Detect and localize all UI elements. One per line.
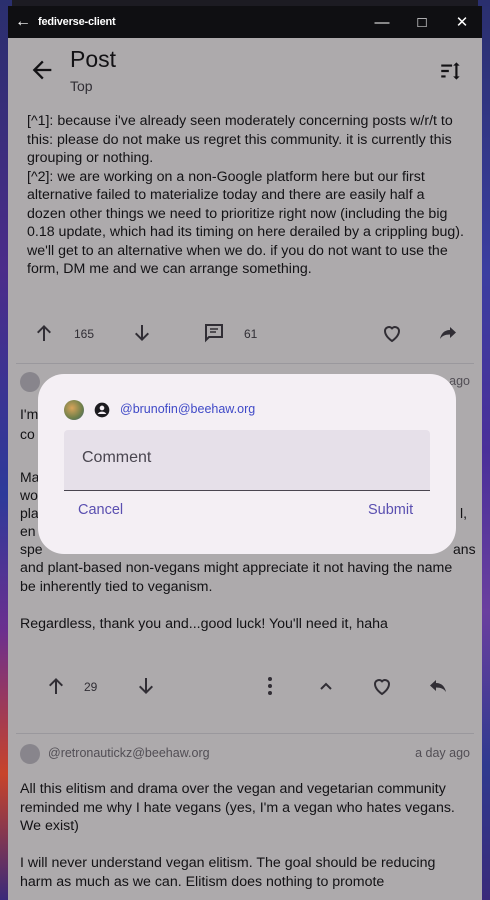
avatar: [64, 400, 84, 420]
account-icon: [94, 402, 110, 418]
maximize-icon[interactable]: □: [402, 14, 442, 31]
window-title: fediverse-client: [38, 16, 116, 28]
account-handle[interactable]: @brunofin@beehaw.org: [120, 402, 255, 416]
comment-dialog: @brunofin@beehaw.org Cancel Submit: [38, 374, 456, 554]
cancel-button[interactable]: Cancel: [78, 502, 123, 518]
window-titlebar: ← fediverse-client — □ ✕: [8, 6, 482, 38]
submit-button[interactable]: Submit: [368, 502, 413, 518]
close-icon[interactable]: ✕: [442, 13, 482, 31]
comment-field-container: [64, 430, 430, 491]
comment-input[interactable]: [80, 448, 414, 468]
window-back-icon[interactable]: ←: [8, 13, 38, 31]
minimize-icon[interactable]: —: [362, 14, 402, 31]
